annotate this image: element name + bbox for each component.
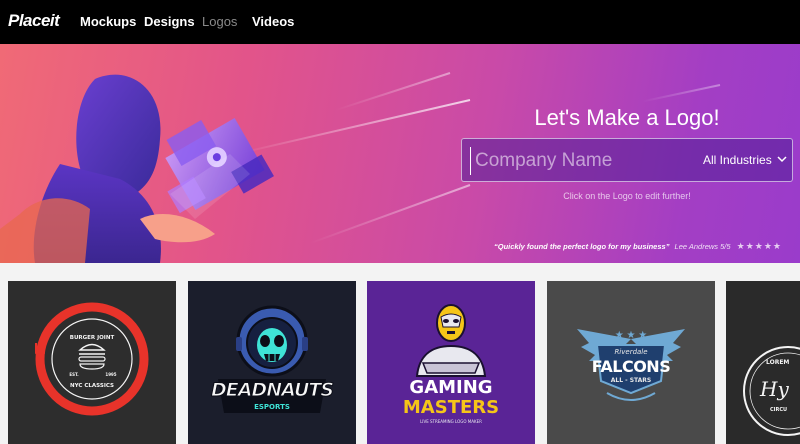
nav-link-mockups[interactable]: Mockups xyxy=(80,14,136,29)
card-text-riverdale: Riverdale xyxy=(614,348,648,356)
rating-stars-icon: ★★★★★ xyxy=(736,241,782,251)
card-text-gaming: GAMING xyxy=(409,377,493,398)
nav-link-logos[interactable]: Logos xyxy=(202,14,237,29)
industry-label: All Industries xyxy=(703,153,772,167)
card-text-deadnauts: DEADNAUTS xyxy=(210,379,334,402)
light-streak xyxy=(309,184,471,245)
card-text-falcons: FALCONS xyxy=(591,357,671,376)
hero-banner: Let's Make a Logo! All Industries Click … xyxy=(0,44,800,263)
chevron-down-icon xyxy=(777,156,787,163)
industry-dropdown[interactable]: All Industries xyxy=(702,139,794,181)
card-text-script: Hy xyxy=(760,377,789,401)
testimonial: “Quickly found the perfect logo for my b… xyxy=(494,241,782,252)
logo-card-gaming-masters[interactable]: GAMING MASTERS LIVE STREAMING LOGO MAKER xyxy=(367,281,535,444)
hero-title: Let's Make a Logo! xyxy=(534,105,720,130)
edit-hint: Click on the Logo to edit further! xyxy=(563,191,691,201)
hero-illustration xyxy=(0,74,274,263)
burger-icon xyxy=(78,343,106,370)
burger-badge-graphic xyxy=(35,302,149,416)
card-text-all-stars: ALL - STARS xyxy=(610,377,652,384)
card-text-live-streaming: LIVE STREAMING LOGO MAKER xyxy=(420,419,482,424)
card-text-masters: MASTERS xyxy=(402,397,500,418)
logo-card-falcons[interactable]: ★ ★ ★ Riverdale FALCONS ALL - STARS xyxy=(547,281,715,444)
logo-card-burger-joint[interactable]: BURGER JOINT NYC CLASSICS EST. 1995 xyxy=(8,281,176,444)
astronaut-skull-icon xyxy=(218,305,326,413)
logo-card-lorem[interactable]: LOREM Hy CIRCU xyxy=(726,281,800,444)
star-badge-icon: ★ ★ ★ xyxy=(615,330,647,341)
nav-link-designs[interactable]: Designs xyxy=(144,14,195,29)
testimonial-author: Lee Andrews 5/5 xyxy=(674,242,731,251)
card-text-circu: CIRCU xyxy=(770,407,788,413)
logo-card-deadnauts[interactable]: DEADNAUTS ESPORTS xyxy=(188,281,356,444)
nav-link-videos[interactable]: Videos xyxy=(252,14,294,29)
card-text-burger-joint: BURGER JOINT xyxy=(69,335,115,341)
card-text-esports: ESPORTS xyxy=(254,403,290,411)
card-text-est: EST. xyxy=(69,372,79,377)
light-streak xyxy=(641,84,721,103)
card-text-year: 1995 xyxy=(105,372,117,377)
top-nav: Placeit Mockups Designs Logos Videos xyxy=(0,0,800,44)
light-streak xyxy=(335,72,451,112)
company-name-input[interactable] xyxy=(470,147,680,175)
placeit-logo[interactable]: Placeit xyxy=(8,11,60,31)
card-text-nyc-classics: NYC CLASSICS xyxy=(70,383,114,389)
logo-search-box: All Industries xyxy=(461,138,793,182)
testimonial-quote: “Quickly found the perfect logo for my b… xyxy=(494,242,670,251)
card-text-lorem: LOREM xyxy=(766,359,790,366)
